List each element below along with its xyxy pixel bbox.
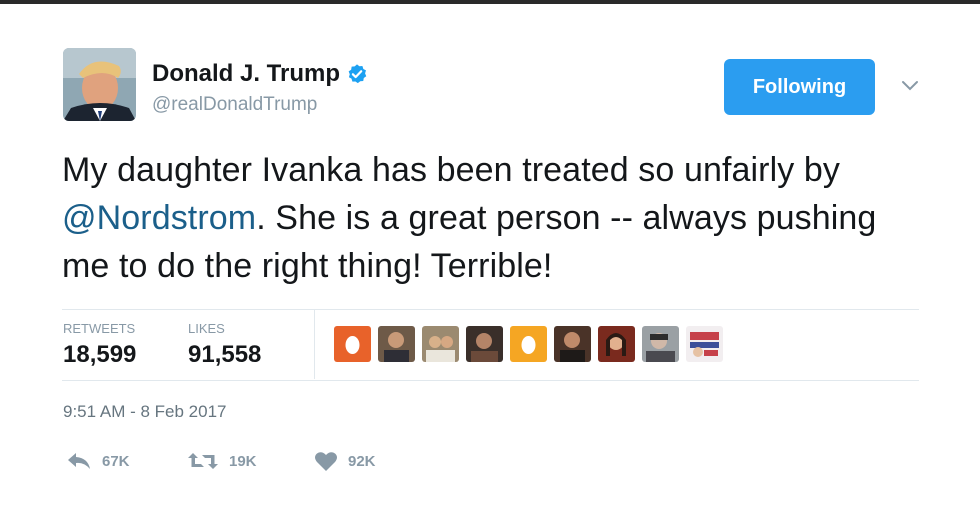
retweet-button[interactable]: 19K bbox=[187, 451, 257, 471]
liker-avatar[interactable] bbox=[378, 326, 415, 362]
divider-top bbox=[62, 309, 919, 310]
reply-count: 67K bbox=[102, 452, 130, 470]
liker-avatar[interactable] bbox=[686, 326, 723, 362]
stats-separator bbox=[314, 310, 315, 379]
liker-avatar[interactable] bbox=[598, 326, 635, 362]
likes-count[interactable]: 91,558 bbox=[188, 341, 261, 369]
liker-avatar[interactable] bbox=[422, 326, 459, 362]
mention-link[interactable]: @Nordstrom bbox=[62, 199, 256, 237]
liker-avatar[interactable] bbox=[510, 326, 547, 362]
reply-icon bbox=[68, 453, 90, 469]
tweet-timestamp[interactable]: 9:51 AM - 8 Feb 2017 bbox=[63, 402, 227, 422]
liker-avatar[interactable] bbox=[642, 326, 679, 362]
user-handle[interactable]: @realDonaldTrump bbox=[152, 94, 317, 116]
avatar[interactable] bbox=[63, 48, 136, 121]
like-button[interactable]: 92K bbox=[314, 451, 376, 472]
following-button[interactable]: Following bbox=[724, 59, 875, 115]
liker-avatars bbox=[334, 326, 723, 362]
like-count: 92K bbox=[348, 453, 376, 470]
retweets-count[interactable]: 18,599 bbox=[63, 341, 136, 369]
retweet-count: 19K bbox=[229, 452, 257, 470]
display-name-text[interactable]: Donald J. Trump bbox=[152, 60, 340, 88]
verified-badge-icon bbox=[348, 64, 367, 84]
liker-avatar[interactable] bbox=[334, 326, 371, 362]
retweet-icon bbox=[188, 453, 218, 469]
tweet-text-part1: My daughter Ivanka has been treated so u… bbox=[62, 151, 841, 189]
likes-label: LIKES bbox=[188, 321, 225, 336]
chevron-down-icon[interactable] bbox=[900, 78, 920, 92]
tweet-text: My daughter Ivanka has been treated so u… bbox=[62, 146, 922, 290]
retweets-label: RETWEETS bbox=[63, 321, 136, 336]
heart-icon bbox=[315, 452, 337, 471]
display-name[interactable]: Donald J. Trump bbox=[152, 60, 368, 88]
liker-avatar[interactable] bbox=[554, 326, 591, 362]
liker-avatar[interactable] bbox=[466, 326, 503, 362]
divider-bottom bbox=[62, 380, 919, 381]
reply-button[interactable]: 67K bbox=[66, 451, 130, 471]
